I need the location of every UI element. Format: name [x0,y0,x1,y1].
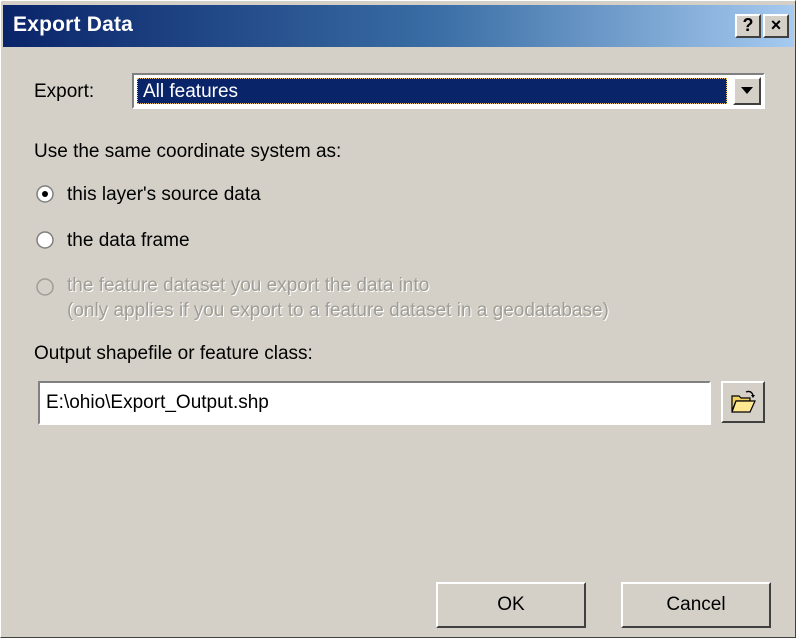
export-selected-value: All features [137,78,727,104]
help-button[interactable]: ? [735,14,761,38]
radio-feature-dataset-label: the feature dataset you export the data … [67,275,430,296]
radio-data-frame[interactable] [36,231,54,249]
coordinate-heading: Use the same coordinate system as: [34,141,342,162]
cancel-button[interactable]: Cancel [621,582,771,628]
radio-source-data-label[interactable]: this layer's source data [67,184,261,206]
radio-feature-dataset [36,278,54,296]
export-data-dialog: Export Data ? × Export: All features Use… [0,0,796,638]
output-label: Output shapefile or feature class: [34,343,313,364]
open-folder-icon [731,390,756,413]
output-path-input[interactable] [38,381,711,425]
export-label: Export: [34,81,95,102]
ok-button[interactable]: OK [436,582,586,628]
browse-button[interactable] [721,381,765,423]
export-dropdown[interactable]: All features [132,73,765,109]
radio-source-data[interactable] [36,185,54,203]
dropdown-arrow-button[interactable] [733,77,761,105]
window-title: Export Data [13,13,134,36]
close-button[interactable]: × [763,14,789,38]
title-bar[interactable]: Export Data ? × [3,5,794,47]
chevron-down-icon [741,87,753,94]
radio-data-frame-label[interactable]: the data frame [67,230,190,252]
feature-dataset-note: (only applies if you export to a feature… [67,300,609,321]
